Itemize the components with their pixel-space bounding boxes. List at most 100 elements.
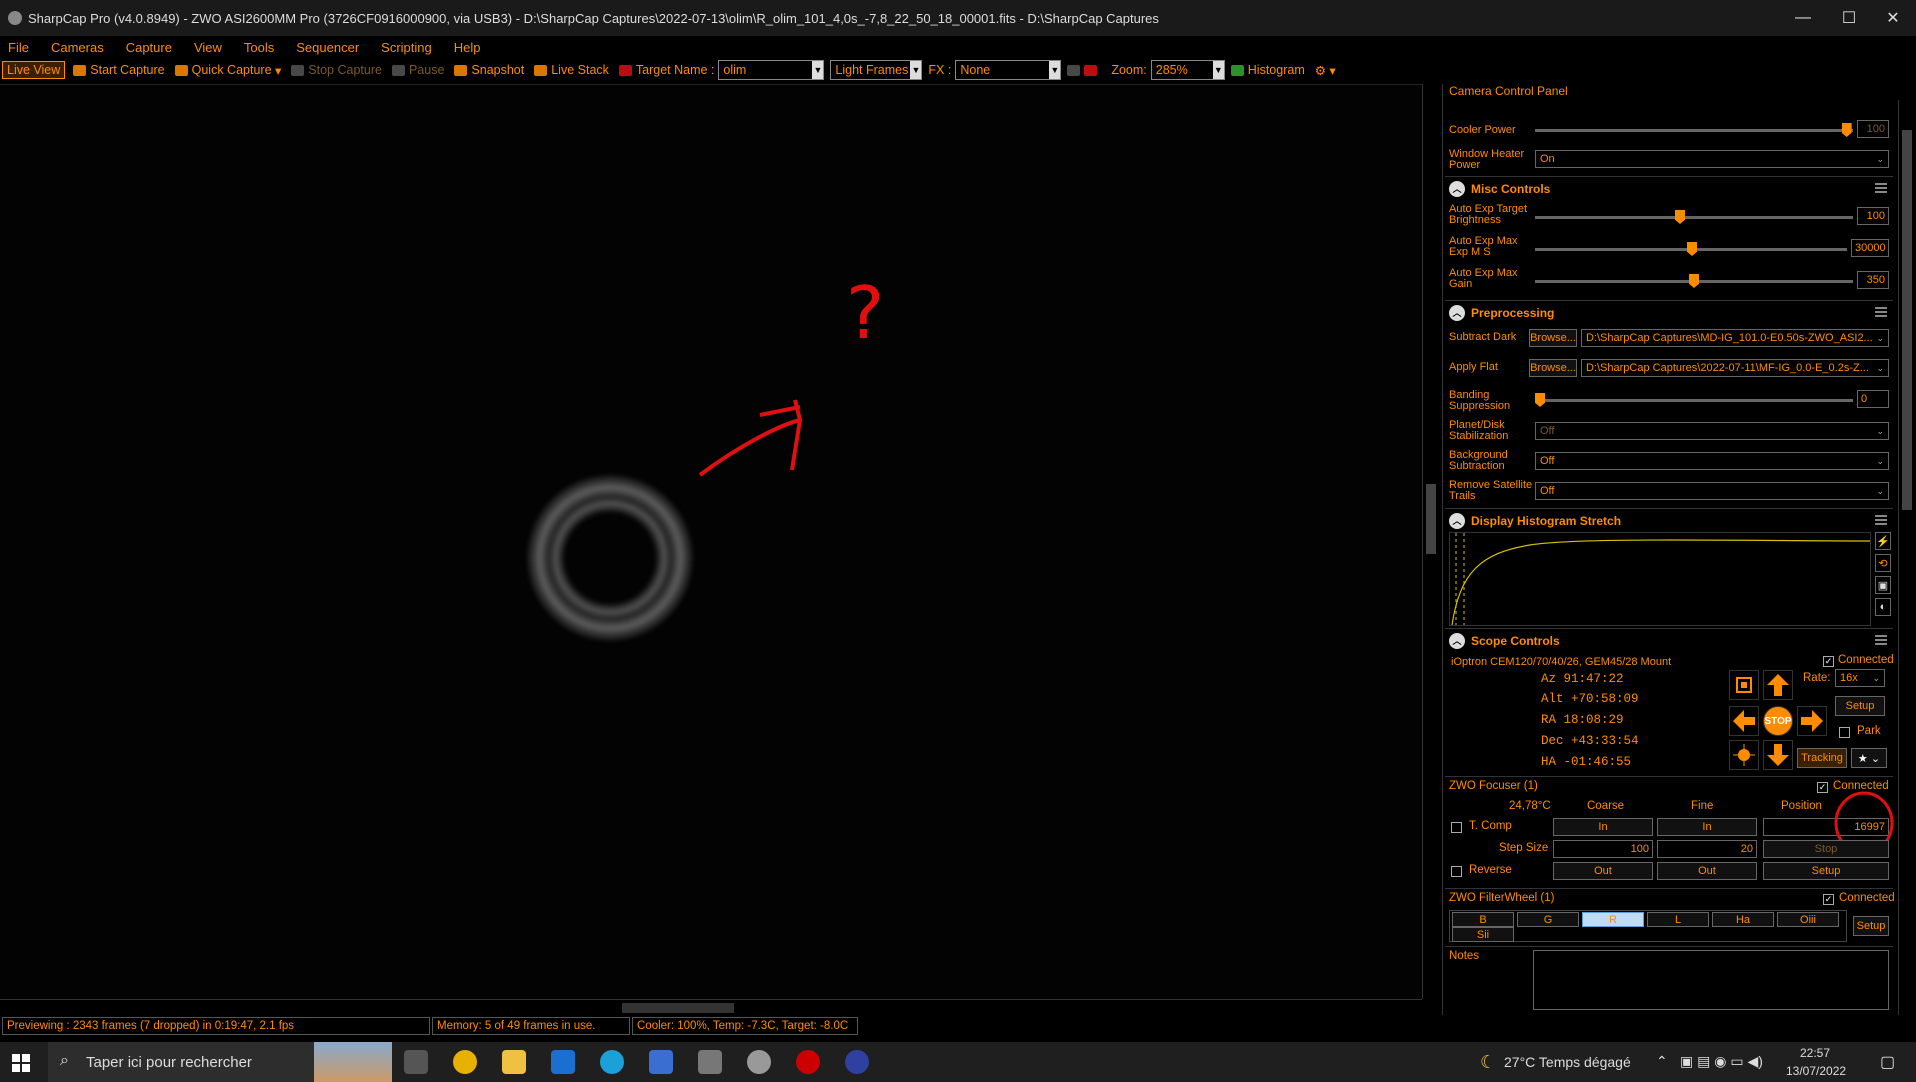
minimize-button[interactable]: — — [1780, 0, 1826, 36]
edge-icon[interactable] — [600, 1050, 624, 1074]
rate-select[interactable]: 16x ⌄ — [1835, 669, 1885, 687]
menu-capture[interactable]: Capture — [126, 40, 172, 55]
home-target-icon[interactable] — [1729, 740, 1759, 770]
menu-file[interactable]: File — [8, 40, 29, 55]
filter-ha-button[interactable]: Ha — [1712, 912, 1774, 927]
scope-connected-checkbox[interactable]: ✓ — [1823, 656, 1834, 667]
telescope-app-icon[interactable] — [698, 1050, 722, 1074]
frame-type-select[interactable]: Light Frames ▼ — [830, 60, 923, 80]
task-view-icon[interactable] — [404, 1050, 428, 1074]
reverse-checkbox[interactable] — [1451, 866, 1462, 877]
stop-button[interactable]: STOP — [1763, 706, 1793, 736]
clock-date[interactable]: 13/07/2022 — [1786, 1064, 1846, 1078]
cooler-power-value[interactable]: 100 — [1857, 120, 1889, 138]
apply-flat-browse-button[interactable]: Browse... — [1529, 359, 1577, 377]
filterwheel-setup-button[interactable]: Setup — [1853, 916, 1889, 936]
live-stack-button[interactable]: Live Stack — [534, 63, 609, 77]
auto-exp-target-slider[interactable] — [1535, 210, 1853, 224]
weather-text[interactable]: 27°C Temps dégagé — [1504, 1054, 1631, 1070]
collapse-icon[interactable]: ︿ — [1449, 632, 1465, 649]
live-view-button[interactable]: Live View — [2, 61, 66, 79]
taskbar-search-box[interactable]: ⌕ Taper ici pour rechercher — [48, 1042, 392, 1082]
filter-sii-button[interactable]: Sii — [1452, 927, 1514, 942]
target-name-input[interactable]: olim ▼ — [718, 60, 825, 80]
collapse-icon[interactable]: ︿ — [1449, 180, 1465, 197]
fine-in-button[interactable]: In — [1657, 818, 1757, 836]
planet-stabilization-select[interactable]: Off ⌄ — [1535, 422, 1889, 440]
cooler-power-slider[interactable] — [1535, 123, 1853, 137]
quick-capture-button[interactable]: Quick Capture ▾ — [174, 63, 281, 78]
maximize-button[interactable]: ☐ — [1826, 0, 1872, 36]
coarse-step-input[interactable]: 100 — [1553, 840, 1653, 858]
filter-l-button[interactable]: L — [1647, 912, 1709, 927]
arrow-up-icon[interactable] — [1763, 670, 1793, 700]
stop-capture-button[interactable]: Stop Capture — [291, 63, 382, 77]
preprocessing-header[interactable]: ︿ Preprocessing — [1445, 300, 1893, 324]
reticle-icon[interactable] — [1084, 64, 1098, 76]
chrome-icon[interactable] — [453, 1050, 477, 1074]
auto-stretch-icon[interactable]: ⚡ — [1875, 532, 1891, 550]
banding-suppression-value[interactable]: 0 — [1857, 390, 1889, 408]
notepad-icon[interactable] — [649, 1050, 673, 1074]
notifications-icon[interactable]: ▢ — [1880, 1052, 1895, 1072]
mail-icon[interactable] — [551, 1050, 575, 1074]
auto-exp-maxms-value[interactable]: 30000 — [1851, 239, 1889, 257]
filter-r-button[interactable]: R — [1582, 912, 1644, 927]
settings-dropdown[interactable]: ⚙ ▾ — [1315, 63, 1336, 78]
contrast-icon[interactable]: ◐ — [1875, 598, 1891, 616]
menu-view[interactable]: View — [194, 40, 222, 55]
tray-chevron-up-icon[interactable]: ⌃ — [1656, 1053, 1668, 1070]
histogram-stretch-graph[interactable] — [1449, 532, 1871, 626]
filter-oiii-button[interactable]: Oiii — [1777, 912, 1839, 927]
zoom-select[interactable]: 285% ▼ — [1150, 60, 1225, 80]
auto-exp-maxgain-slider[interactable] — [1535, 274, 1853, 288]
collapse-icon[interactable]: ︿ — [1449, 304, 1465, 321]
window-heater-select[interactable]: On ⌄ — [1535, 150, 1889, 168]
background-subtraction-select[interactable]: Off ⌄ — [1535, 452, 1889, 470]
sharpcap-taskbar-icon[interactable] — [747, 1050, 771, 1074]
filter-g-button[interactable]: G — [1517, 912, 1579, 927]
histogram-stretch-header[interactable]: ︿ Display Histogram Stretch — [1445, 508, 1893, 532]
menu-cameras[interactable]: Cameras — [51, 40, 104, 55]
filterwheel-connected-checkbox[interactable]: ✓ — [1823, 894, 1834, 905]
focuser-stop-button[interactable]: Stop — [1763, 840, 1889, 858]
stellarium-icon[interactable] — [845, 1050, 869, 1074]
scope-controls-header[interactable]: ︿ Scope Controls — [1445, 628, 1893, 652]
tracking-button[interactable]: Tracking — [1797, 748, 1847, 768]
star-icon[interactable]: ★ ⌄ — [1851, 748, 1887, 768]
red-app-icon[interactable] — [796, 1050, 820, 1074]
preview-horizontal-scrollbar[interactable] — [0, 999, 1422, 1015]
menu-scripting[interactable]: Scripting — [381, 40, 432, 55]
remove-satellite-select[interactable]: Off ⌄ — [1535, 482, 1889, 500]
subtract-dark-select[interactable]: D:\SharpCap Captures\MD-IG_101.0-E0.50s-… — [1581, 329, 1889, 347]
subtract-dark-browse-button[interactable]: Browse... — [1529, 329, 1577, 347]
menu-sequencer[interactable]: Sequencer — [296, 40, 359, 55]
arrow-down-icon[interactable] — [1763, 740, 1793, 770]
arrow-right-icon[interactable] — [1797, 706, 1827, 736]
collapse-icon[interactable]: ︿ — [1449, 512, 1465, 529]
apply-flat-select[interactable]: D:\SharpCap Captures\2022-07-11\MF-IG_0.… — [1581, 359, 1889, 377]
scope-setup-button[interactable]: Setup — [1835, 696, 1885, 716]
auto-exp-maxms-slider[interactable] — [1535, 242, 1847, 256]
auto-exp-target-value[interactable]: 100 — [1857, 207, 1889, 225]
clock-time[interactable]: 22:57 — [1800, 1046, 1830, 1060]
notes-textarea[interactable] — [1533, 950, 1889, 1010]
snapshot-button[interactable]: Snapshot — [454, 63, 524, 77]
save-icon[interactable]: ▣ — [1875, 576, 1891, 594]
pause-button[interactable]: Pause — [391, 63, 444, 77]
banding-suppression-slider[interactable] — [1535, 393, 1853, 407]
auto-exp-maxgain-value[interactable]: 350 — [1857, 271, 1889, 289]
focuser-setup-button[interactable]: Setup — [1763, 862, 1889, 880]
menu-icon[interactable] — [1875, 515, 1887, 525]
coarse-in-button[interactable]: In — [1553, 818, 1653, 836]
windows-start-icon[interactable] — [12, 1054, 30, 1072]
arrow-left-icon[interactable] — [1729, 706, 1759, 736]
overlay-icon[interactable] — [1067, 64, 1081, 76]
file-explorer-icon[interactable] — [502, 1050, 526, 1074]
close-button[interactable]: ✕ — [1870, 0, 1916, 36]
fine-step-input[interactable]: 20 — [1657, 840, 1757, 858]
filter-b-button[interactable]: B — [1452, 912, 1514, 927]
menu-icon[interactable] — [1875, 183, 1887, 193]
menu-icon[interactable] — [1875, 307, 1887, 317]
tray-icons[interactable]: ▣ ▤ ◉ ▭ ◀) — [1680, 1053, 1763, 1070]
